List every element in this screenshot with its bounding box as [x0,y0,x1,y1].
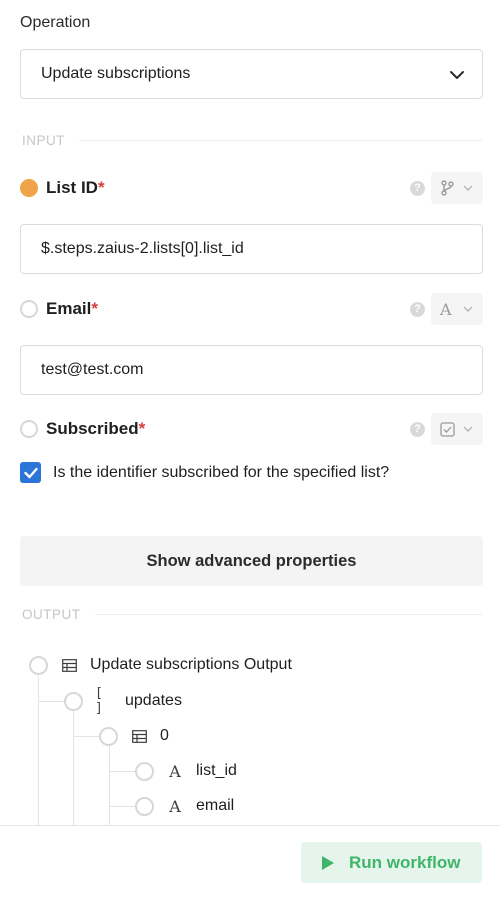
tree-node-dot[interactable] [99,726,118,746]
subscribed-checkbox-label: Is the identifier subscribed for the spe… [53,463,390,481]
tree-node-label: 0 [160,727,169,744]
table-icon [130,727,148,745]
text-type-icon: A [169,761,181,781]
text-type-icon: A [440,299,452,319]
subscribed-type-button[interactable] [431,413,483,445]
tree-node-label: email [196,797,235,814]
email-field-row: Email* ? A [20,292,483,326]
list-id-value: $.steps.zaius-2.lists[0].list_id [41,240,244,257]
array-icon: [ ] [95,686,103,716]
tree-node-label: updates [125,692,182,709]
help-icon[interactable]: ? [410,180,425,196]
output-section-header: OUTPUT [22,607,482,622]
email-label: Email* [46,299,98,318]
help-icon[interactable]: ? [410,421,425,437]
tree-node-label: Update subscriptions Output [90,656,292,673]
table-icon [60,656,78,674]
tree-node-dot[interactable] [29,655,48,675]
tree-connector [109,746,110,826]
chevron-down-icon [463,426,473,432]
subscribed-checkbox-row: Is the identifier subscribed for the spe… [20,462,389,483]
chevron-down-icon [450,71,464,79]
email-status-dot[interactable] [20,300,38,318]
output-tree-updates[interactable]: [ ] updates [64,686,182,716]
tree-node-label: list_id [196,762,237,779]
required-marker: * [138,419,146,438]
email-type-button[interactable]: A [431,293,483,325]
output-tree-email[interactable]: A email [135,791,234,821]
text-type-icon: A [169,796,181,816]
show-advanced-properties-button[interactable]: Show advanced properties [20,536,483,586]
checkbox-type-icon [440,421,455,437]
section-divider [79,140,482,141]
tree-node-dot[interactable] [64,691,83,711]
output-tree-list-id[interactable]: A list_id [135,756,237,786]
email-input[interactable]: test@test.com [20,345,483,395]
input-section-header: INPUT [22,133,482,148]
operation-select[interactable]: Update subscriptions [20,49,483,99]
output-tree-item-0[interactable]: 0 [99,721,169,751]
output-section-label: OUTPUT [22,607,81,622]
branch-icon [441,180,454,196]
list-id-label: List ID* [46,178,105,197]
tree-connector [73,736,99,737]
tree-connector [73,711,74,826]
tree-node-dot[interactable] [135,796,154,816]
section-divider [94,614,482,615]
list-id-field-row: List ID* ? [20,171,483,205]
subscribed-status-dot[interactable] [20,420,38,438]
tree-connector [38,676,39,826]
required-marker: * [97,178,105,197]
footer-bar: Run workflow [0,825,500,897]
tree-node-dot[interactable] [135,761,154,781]
list-id-type-button[interactable] [431,172,483,204]
checkmark-icon [23,467,38,478]
subscribed-label: Subscribed* [46,419,146,438]
list-id-status-dot[interactable] [20,179,38,197]
subscribed-checkbox[interactable] [20,462,41,483]
tree-connector [109,806,135,807]
email-value: test@test.com [41,361,144,378]
run-workflow-label: Run workflow [349,852,461,872]
tree-connector [38,701,64,702]
run-workflow-button[interactable]: Run workflow [301,842,482,883]
chevron-down-icon [463,306,473,312]
help-icon[interactable]: ? [410,301,425,317]
play-icon [322,855,334,870]
list-id-input[interactable]: $.steps.zaius-2.lists[0].list_id [20,224,483,274]
input-section-label: INPUT [22,133,65,148]
subscribed-field-row: Subscribed* ? [20,412,483,446]
operation-label: Operation [20,14,91,31]
output-tree-root[interactable]: Update subscriptions Output [29,650,292,680]
required-marker: * [91,299,98,318]
operation-selected-value: Update subscriptions [41,65,191,82]
chevron-down-icon [463,185,473,191]
tree-connector [109,771,135,772]
